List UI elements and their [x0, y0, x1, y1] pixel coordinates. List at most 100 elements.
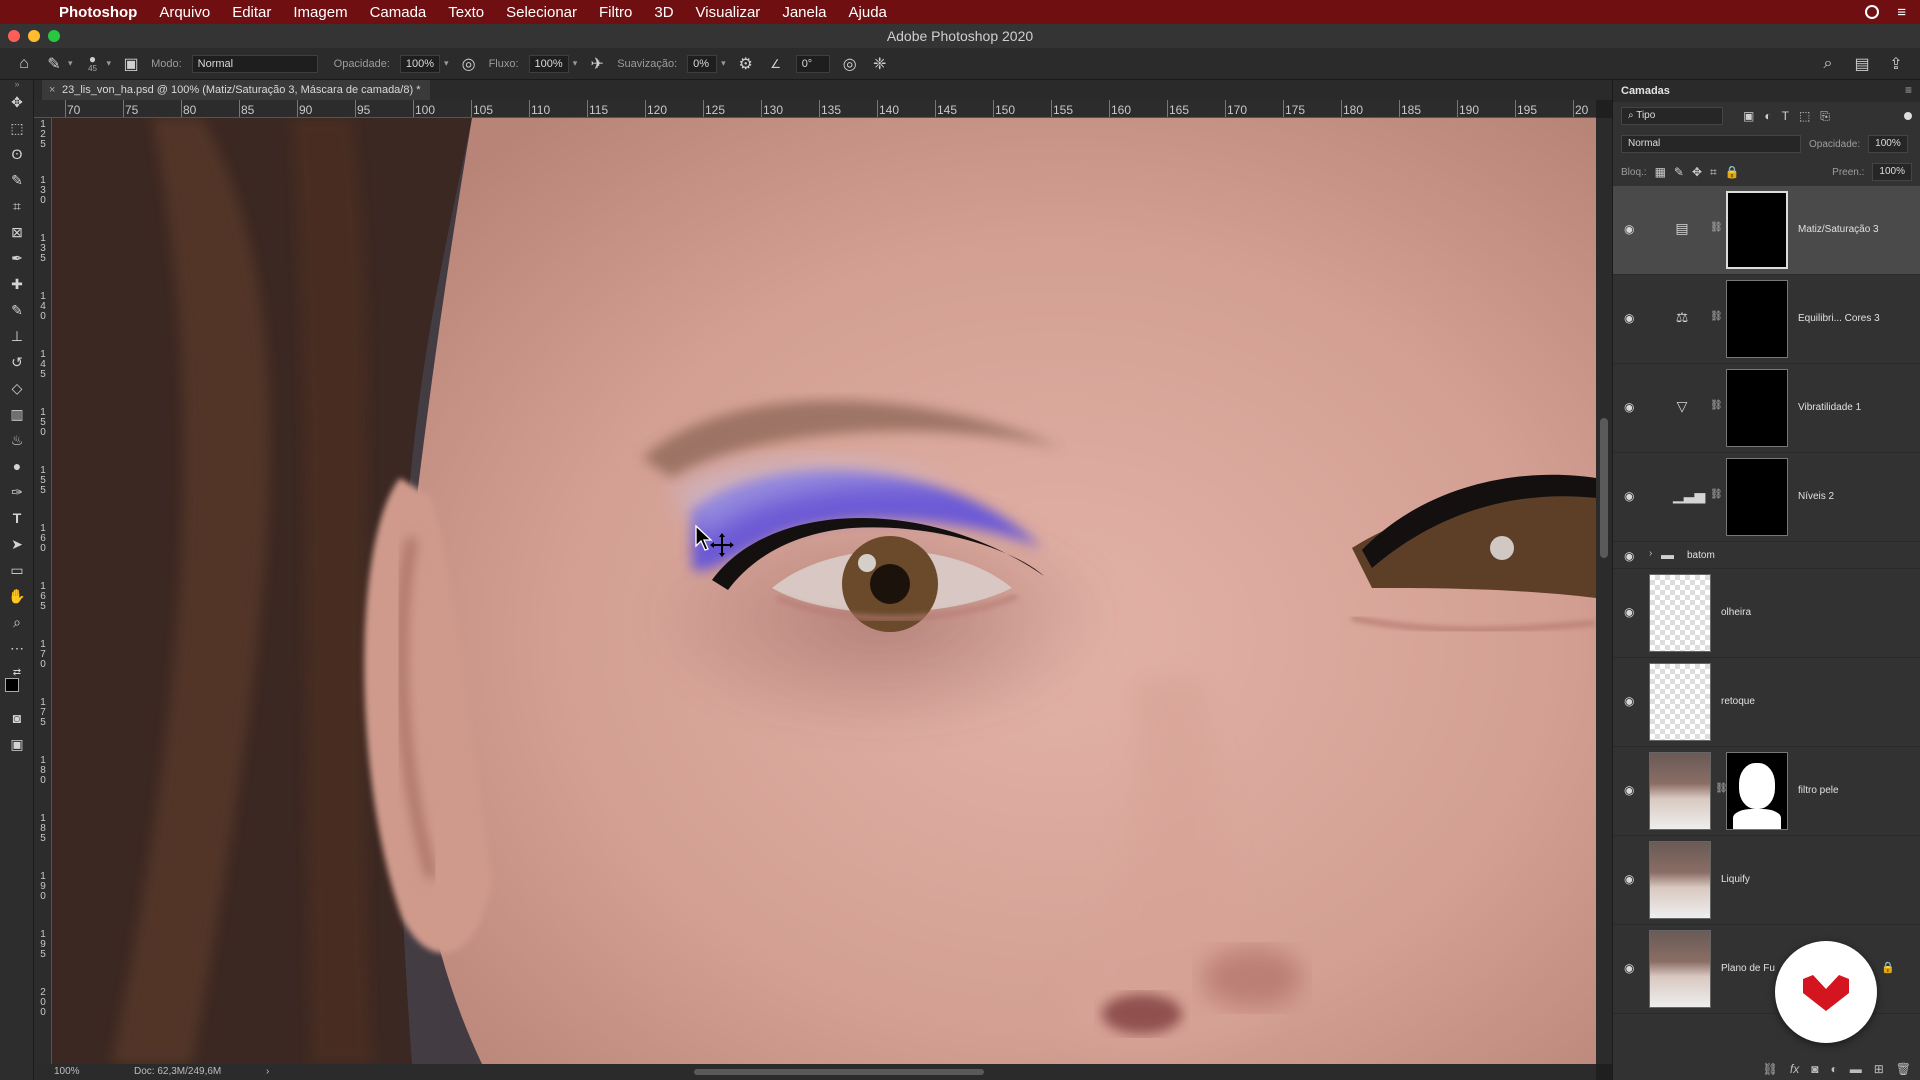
flow-field[interactable]: 100% [528, 54, 569, 73]
eye-icon[interactable]: ◉ [1624, 962, 1638, 974]
zoom-level[interactable]: 100% [54, 1064, 80, 1080]
airbrush-icon[interactable]: ✈ [587, 54, 607, 74]
menu-arquivo[interactable]: Arquivo [148, 4, 221, 21]
screen-record-icon[interactable] [1865, 5, 1880, 19]
move-tool-icon[interactable]: ✥ [7, 92, 27, 112]
screen-mode-icon[interactable]: ▣ [7, 734, 27, 754]
layer-name[interactable]: Equilibri... Cores 3 [1798, 313, 1880, 324]
add-mask-icon[interactable]: ◙ [1811, 1062, 1818, 1076]
brush-size-picker[interactable]: ● 45 [83, 53, 103, 74]
foreground-color-swatch[interactable] [5, 678, 19, 692]
brush-panel-toggle-icon[interactable]: ▣ [121, 54, 141, 74]
menu-janela[interactable]: Janela [771, 4, 837, 21]
layer-mask-thumbnail[interactable] [1726, 191, 1788, 269]
smoothing-field[interactable]: 0% [687, 54, 718, 73]
link-icon[interactable]: ⛓ [1715, 783, 1728, 797]
layer-thumbnail[interactable] [1649, 930, 1711, 1008]
flow-chevron-icon[interactable]: ▾ [573, 58, 578, 69]
brush-tool-icon[interactable]: ✎ [44, 54, 64, 74]
layer-row[interactable]: ◉ olheira [1613, 569, 1920, 658]
home-icon[interactable]: ⌂ [14, 54, 34, 74]
link-layers-icon[interactable]: ⛓ [1763, 1062, 1778, 1076]
filter-shape-icon[interactable]: ⬚ [1799, 109, 1810, 124]
layer-mask-thumbnail[interactable] [1726, 280, 1788, 358]
lock-position-icon[interactable]: ✥ [1692, 165, 1702, 180]
eye-icon[interactable]: ◉ [1624, 695, 1638, 707]
filter-type-icon[interactable]: T [1782, 109, 1789, 124]
dodge-tool-icon[interactable]: ● [7, 456, 27, 476]
gradient-tool-icon[interactable]: ▥ [7, 404, 27, 424]
eye-icon[interactable]: ◉ [1624, 606, 1638, 618]
filter-adjustment-icon[interactable]: ◐ [1764, 109, 1771, 124]
lock-transparency-icon[interactable]: ▦ [1655, 165, 1666, 180]
layer-row[interactable]: ◉ Liquify [1613, 836, 1920, 925]
share-icon[interactable]: ⇪ [1886, 54, 1906, 74]
fill-field[interactable]: 100% [1872, 163, 1912, 181]
eye-icon[interactable]: ◉ [1624, 873, 1638, 885]
more-tools-icon[interactable]: ⋯ [7, 638, 27, 658]
fx-icon[interactable]: fx [1790, 1062, 1799, 1076]
layer-row[interactable]: ◉ ⛓ filtro pele [1613, 747, 1920, 836]
healing-brush-tool-icon[interactable]: ✚ [7, 274, 27, 294]
menu-selecionar[interactable]: Selecionar [495, 4, 588, 21]
zoom-window-button[interactable] [48, 30, 60, 42]
smoothing-chevron-icon[interactable]: ▾ [721, 58, 726, 69]
eye-icon[interactable]: ◉ [1624, 401, 1638, 413]
layer-name[interactable]: Plano de Fu [1721, 963, 1775, 974]
layer-name[interactable]: Liquify [1721, 874, 1750, 885]
eye-icon[interactable]: ◉ [1624, 312, 1638, 324]
horizontal-scroll-thumb[interactable] [694, 1069, 984, 1075]
symmetry-icon[interactable]: ❈ [870, 54, 890, 74]
menu-imagem[interactable]: Imagem [282, 4, 358, 21]
menu-editar[interactable]: Editar [221, 4, 282, 21]
brush-preset-chevron-icon[interactable]: ▾ [68, 58, 73, 69]
layer-row[interactable]: ◉ ▽ ⛓ Vibratilidade 1 [1613, 364, 1920, 453]
filter-pixel-icon[interactable]: ▣ [1743, 109, 1754, 124]
menu-visualizar[interactable]: Visualizar [685, 4, 772, 21]
vertical-scroll-thumb[interactable] [1600, 418, 1608, 558]
lock-artboard-icon[interactable]: ⌗ [1710, 165, 1717, 180]
eye-icon[interactable]: ◉ [1624, 223, 1638, 235]
layer-row[interactable]: ◉ ▤ ⛓ Matiz/Saturação 3 [1613, 186, 1920, 275]
crop-tool-icon[interactable]: ⌗ [7, 196, 27, 216]
layer-row[interactable]: ◉ ▁▃▅ ⛓ Níveis 2 [1613, 453, 1920, 542]
frame-tool-icon[interactable]: ⊠ [7, 222, 27, 242]
document-tab[interactable]: × 23_lis_von_ha.psd @ 100% (Matiz/Satura… [42, 80, 431, 100]
close-tab-icon[interactable]: × [49, 80, 55, 100]
layer-mask-thumbnail[interactable] [1726, 458, 1788, 536]
brush-size-chevron-icon[interactable]: ▾ [107, 58, 112, 69]
new-layer-icon[interactable]: ⊞ [1874, 1062, 1884, 1076]
panel-menu-icon[interactable]: ≡ [1905, 83, 1912, 97]
zoom-tool-icon[interactable]: ⌕ [7, 612, 27, 632]
mode-select[interactable]: Normal [191, 54, 318, 73]
menu-app[interactable]: Photoshop [48, 4, 148, 21]
layer-name[interactable]: retoque [1721, 696, 1755, 707]
link-icon[interactable]: ⛓ [1710, 222, 1723, 236]
quick-selection-tool-icon[interactable]: ✎ [7, 170, 27, 190]
pen-tool-icon[interactable]: ✑ [7, 482, 27, 502]
collapse-icon[interactable]: » [7, 74, 27, 94]
menu-texto[interactable]: Texto [437, 4, 495, 21]
link-icon[interactable]: ⛓ [1710, 400, 1723, 414]
layer-mask-thumbnail[interactable] [1726, 369, 1788, 447]
layer-thumbnail[interactable] [1649, 752, 1711, 830]
layer-filter-select[interactable]: ⌕ Tipo [1621, 107, 1723, 125]
path-selection-tool-icon[interactable]: ➤ [7, 534, 27, 554]
new-group-icon[interactable]: ▬ [1850, 1062, 1862, 1076]
eye-icon[interactable]: ◉ [1624, 784, 1638, 796]
pressure-size-icon[interactable]: ◎ [840, 54, 860, 74]
angle-field[interactable]: 0° [795, 54, 830, 73]
layer-name[interactable]: olheira [1721, 607, 1751, 618]
status-menu-chevron-icon[interactable]: › [266, 1064, 269, 1080]
layer-opacity-field[interactable]: 100% [1868, 135, 1908, 153]
eraser-tool-icon[interactable]: ◇ [7, 378, 27, 398]
lock-pixels-icon[interactable]: ✎ [1674, 165, 1684, 180]
pressure-opacity-icon[interactable]: ◎ [459, 54, 479, 74]
layer-mask-thumbnail[interactable] [1726, 752, 1788, 830]
opacity-field[interactable]: 100% [399, 54, 441, 73]
layer-name[interactable]: Níveis 2 [1798, 491, 1834, 502]
search-icon[interactable]: ⌕ [1818, 54, 1838, 74]
rectangle-tool-icon[interactable]: ▭ [7, 560, 27, 580]
layer-group-row[interactable]: ◉ › ▬ batom [1613, 542, 1920, 569]
layer-thumbnail[interactable] [1649, 663, 1711, 741]
